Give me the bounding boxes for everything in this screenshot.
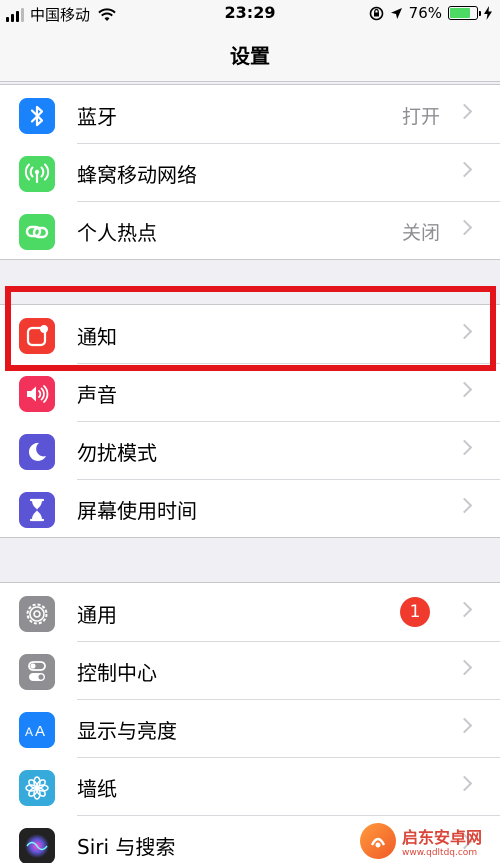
settings-row-display[interactable]: A A 显示与亮度	[0, 699, 500, 757]
chevron-right-icon	[456, 601, 473, 618]
chevron-right-icon	[456, 775, 473, 792]
battery-icon	[448, 6, 481, 20]
settings-row-label: 蜂窝移动网络	[77, 163, 197, 187]
sound-icon	[19, 376, 55, 412]
charging-icon	[484, 6, 492, 20]
chevron-right-icon	[456, 381, 473, 398]
cellular-icon	[19, 156, 55, 192]
chevron-right-icon	[456, 497, 473, 514]
settings-row-label: 屏幕使用时间	[77, 499, 197, 523]
watermark-title: 启东安卓网	[402, 827, 483, 847]
settings-row-do-not-disturb[interactable]: 勿扰模式	[0, 421, 500, 479]
settings-screen: 中国移动 23:29 76% 设置 蓝牙 打开 蜂窝移动网络 个人热点 关闭 通…	[0, 0, 500, 863]
settings-row-label: 个人热点	[77, 221, 157, 245]
chevron-right-icon	[456, 219, 473, 236]
settings-row-cellular[interactable]: 蜂窝移动网络	[0, 143, 500, 201]
gear-icon	[19, 596, 55, 632]
page-title: 设置	[230, 44, 270, 68]
watermark-url: www.qdltdq.com	[402, 847, 478, 858]
settings-row-sound[interactable]: 声音	[0, 363, 500, 421]
chevron-right-icon	[456, 659, 473, 676]
settings-row-label: 勿扰模式	[77, 441, 157, 465]
toggles-icon	[19, 654, 55, 690]
moon-icon	[19, 434, 55, 470]
settings-row-label: 通用	[77, 603, 117, 627]
notifications-icon	[19, 318, 55, 354]
chevron-right-icon	[456, 323, 473, 340]
settings-row-screen-time[interactable]: 屏幕使用时间	[0, 479, 500, 537]
settings-row-label: 控制中心	[77, 661, 157, 685]
settings-row-label: Siri 与搜索	[77, 835, 176, 859]
siri-icon	[19, 828, 55, 863]
orientation-lock-icon	[369, 6, 383, 20]
settings-row-hotspot[interactable]: 个人热点 关闭	[0, 201, 500, 259]
hotspot-icon	[19, 214, 55, 250]
settings-group-notifications: 通知 声音 勿扰模式 屏幕使用时间	[0, 304, 500, 538]
settings-row-value: 关闭	[401, 222, 440, 244]
location-icon	[390, 7, 402, 19]
status-bar: 中国移动 23:29 76%	[0, 0, 500, 28]
svg-text:A: A	[35, 723, 45, 740]
settings-group-connectivity: 蓝牙 打开 蜂窝移动网络 个人热点 关闭	[0, 84, 500, 260]
wallpaper-icon	[19, 770, 55, 806]
settings-row-general[interactable]: 通用 1	[0, 583, 500, 641]
chevron-right-icon	[456, 103, 473, 120]
chevron-right-icon	[456, 439, 473, 456]
settings-row-control-center[interactable]: 控制中心	[0, 641, 500, 699]
bluetooth-icon	[19, 98, 55, 134]
settings-row-label: 显示与亮度	[77, 719, 177, 743]
svg-text:A: A	[25, 725, 33, 739]
settings-row-label: 墙纸	[77, 777, 117, 801]
settings-row-label: 蓝牙	[77, 105, 117, 129]
settings-row-label: 声音	[77, 383, 117, 407]
navigation-bar: 设置	[0, 28, 500, 82]
chevron-right-icon	[456, 717, 473, 734]
display-icon: A A	[19, 712, 55, 748]
notification-badge: 1	[400, 597, 430, 627]
chevron-right-icon	[456, 161, 473, 178]
hourglass-icon	[19, 492, 55, 528]
watermark-logo-icon	[360, 822, 396, 859]
settings-row-wallpaper[interactable]: 墙纸	[0, 757, 500, 815]
settings-row-label: 通知	[77, 325, 117, 349]
battery-percent: 76%	[408, 4, 442, 22]
settings-row-value: 打开	[401, 106, 440, 128]
settings-row-bluetooth[interactable]: 蓝牙 打开	[0, 85, 500, 143]
settings-row-notifications[interactable]: 通知	[0, 305, 500, 363]
watermark: 启东安卓网 www.qdltdq.com	[360, 818, 500, 863]
